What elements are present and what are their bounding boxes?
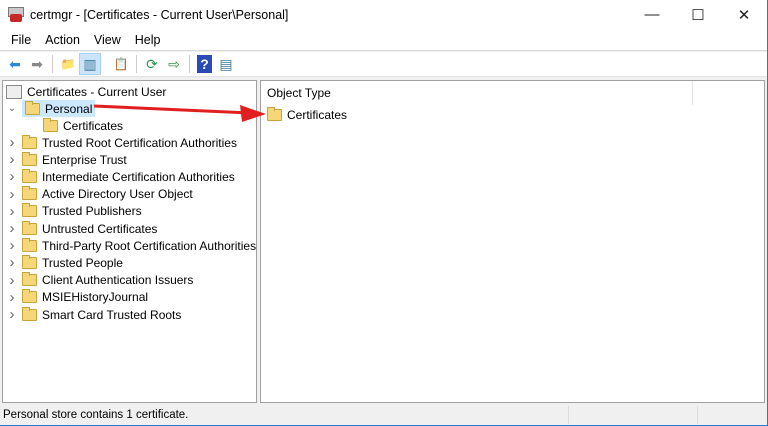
status-divider	[697, 406, 698, 424]
arrow-line	[93, 104, 251, 115]
status-divider	[568, 406, 569, 424]
arrow-head	[240, 105, 266, 122]
status-bar: Personal store contains 1 certificate.	[0, 404, 767, 425]
status-text: Personal store contains 1 certificate.	[3, 408, 189, 421]
window: certmgr - [Certificates - Current User\P…	[0, 0, 768, 426]
annotation-arrow	[93, 104, 266, 122]
